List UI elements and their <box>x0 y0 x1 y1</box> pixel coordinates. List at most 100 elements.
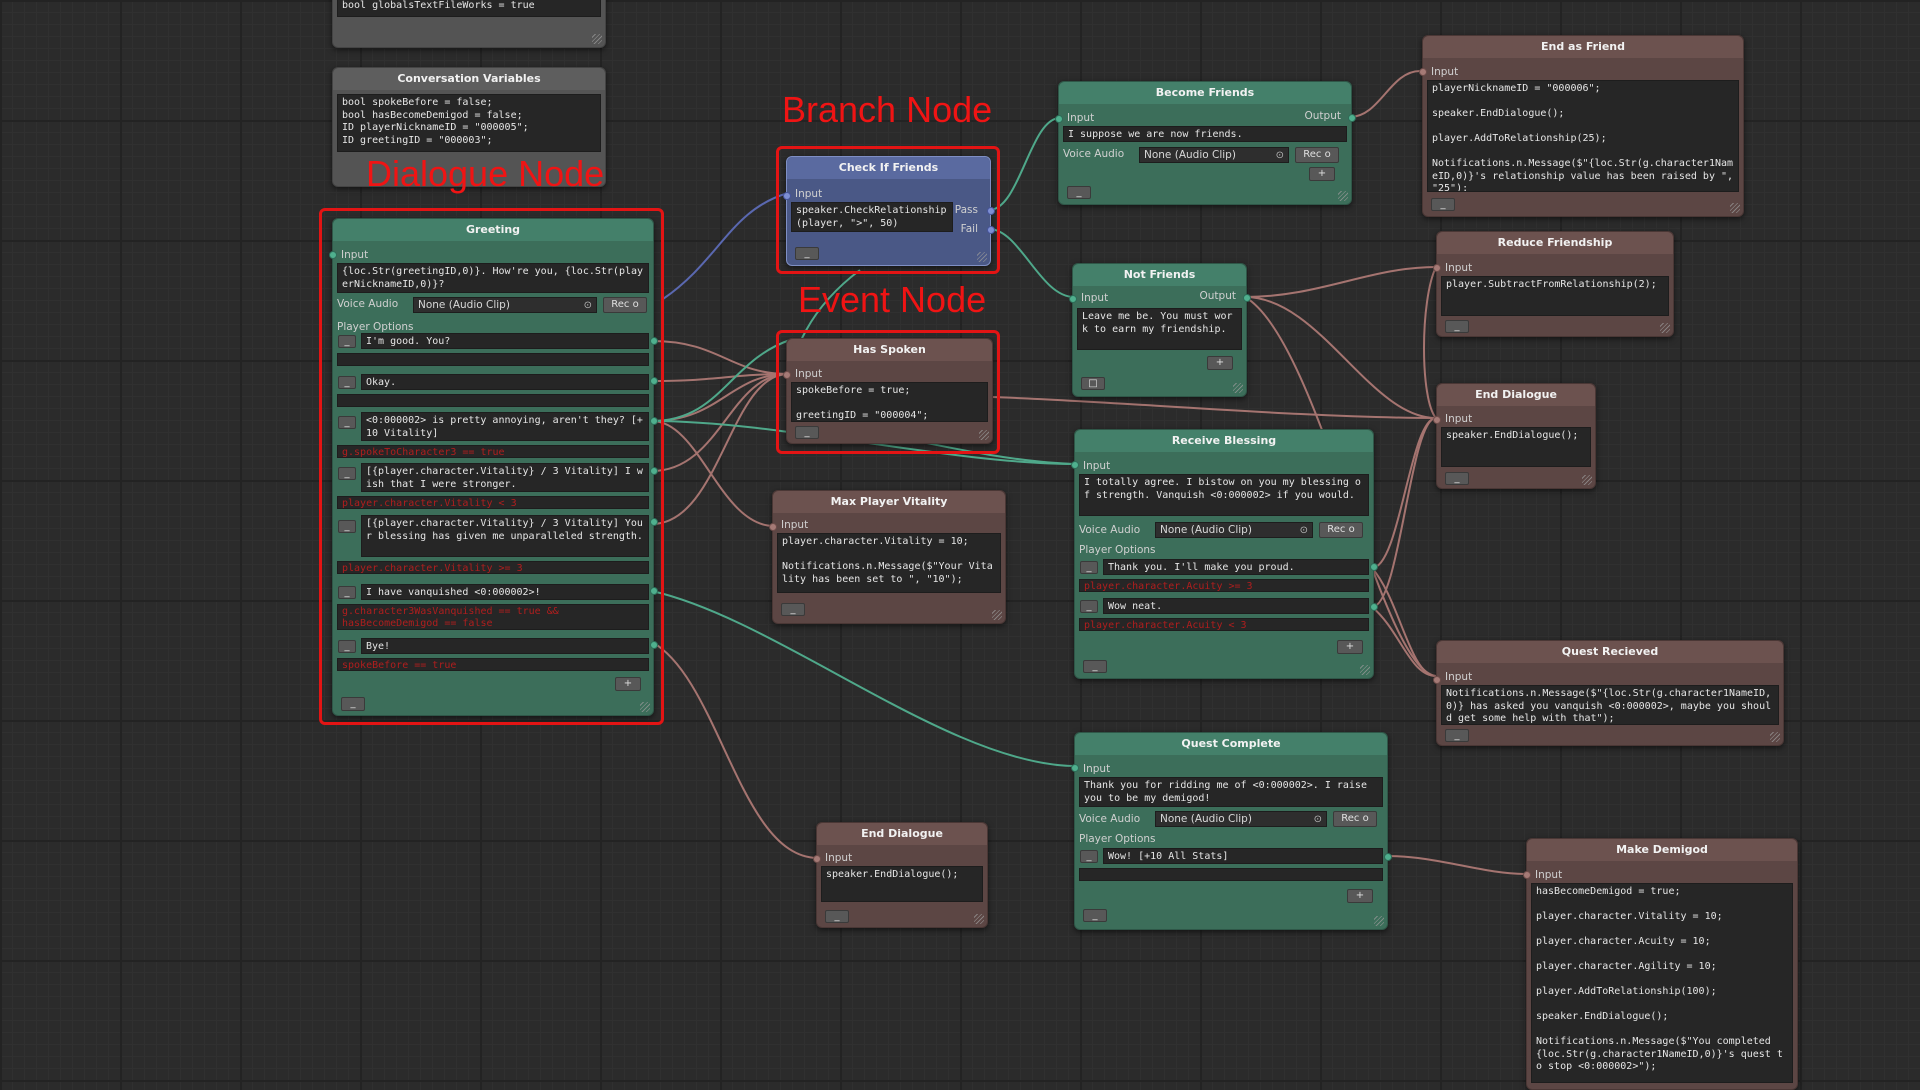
add-option-button[interactable]: + <box>1309 167 1335 181</box>
event-code[interactable]: speaker.EndDialogue(); <box>821 866 983 902</box>
resize-handle[interactable] <box>974 914 984 924</box>
resize-handle[interactable] <box>1360 665 1370 675</box>
node-title: Reduce Friendship <box>1437 232 1673 254</box>
input-port[interactable] <box>769 523 777 531</box>
input-label: Input <box>1081 292 1109 304</box>
dialogue-text[interactable]: I suppose we are now friends. <box>1063 126 1347 142</box>
option-port[interactable] <box>1370 603 1378 611</box>
option-text[interactable]: Thank you. I'll make you proud. <box>1103 559 1369 575</box>
resize-handle[interactable] <box>992 610 1002 620</box>
resize-handle[interactable] <box>1374 916 1384 926</box>
make-demigod-node[interactable]: Make Demigod Input hasBecomeDemigod = tr… <box>1523 838 1798 1090</box>
audio-clip-field[interactable]: None (Audio Clip) ⊙ <box>1155 811 1327 827</box>
globals-node[interactable]: bool globalsTextFileWorks = true <box>332 0 606 48</box>
object-picker-icon[interactable]: ⊙ <box>1300 524 1308 538</box>
collapse-button[interactable]: _ <box>1083 909 1107 922</box>
output-label: Output <box>1304 110 1341 122</box>
event-code[interactable]: Notifications.n.Message($"{loc.Str(g.cha… <box>1441 685 1779 725</box>
globals-code[interactable]: bool globalsTextFileWorks = true <box>337 0 601 17</box>
become-friends-node[interactable]: Become Friends Input Output I suppose we… <box>1055 81 1356 205</box>
variables-code[interactable]: bool spokeBefore = false; bool hasBecome… <box>337 94 601 152</box>
max-player-vitality-node[interactable]: Max Player Vitality Input player.charact… <box>769 490 1006 624</box>
collapse-button[interactable]: _ <box>1445 472 1469 485</box>
collapse-button[interactable]: _ <box>1431 198 1455 211</box>
object-picker-icon[interactable]: ⊙ <box>1314 813 1322 827</box>
resize-handle[interactable] <box>1582 475 1592 485</box>
object-picker-icon[interactable]: ⊙ <box>1276 149 1284 163</box>
input-port[interactable] <box>1071 461 1079 469</box>
collapse-button[interactable]: _ <box>1445 320 1469 333</box>
collapse-button[interactable]: _ <box>1067 186 1091 199</box>
voice-audio-label: Voice Audio <box>1079 813 1141 825</box>
resize-handle[interactable] <box>592 34 602 44</box>
audio-clip-field[interactable]: None (Audio Clip) ⊙ <box>1139 147 1289 163</box>
remove-option-button[interactable]: _ <box>1080 561 1098 574</box>
record-button[interactable]: Rec o <box>1295 147 1339 163</box>
option-port[interactable] <box>1384 853 1392 861</box>
end-dialogue-node[interactable]: End Dialogue Input speaker.EndDialogue()… <box>813 822 988 928</box>
collapse-button[interactable]: □ <box>1081 377 1105 390</box>
resize-handle[interactable] <box>1770 732 1780 742</box>
record-button[interactable]: Rec o <box>1319 522 1363 538</box>
event-code[interactable]: speaker.EndDialogue(); <box>1441 427 1591 467</box>
input-port[interactable] <box>1055 115 1063 123</box>
input-label: Input <box>1431 66 1459 78</box>
node-title: Quest Recieved <box>1437 641 1783 663</box>
input-port[interactable] <box>1069 295 1077 303</box>
player-options-label: Player Options <box>1079 544 1156 556</box>
resize-handle[interactable] <box>1233 383 1243 393</box>
input-label: Input <box>1083 763 1111 775</box>
node-title: Conversation Variables <box>333 68 605 90</box>
audio-clip-field[interactable]: None (Audio Clip) ⊙ <box>1155 522 1313 538</box>
resize-handle[interactable] <box>1338 191 1348 201</box>
add-option-button[interactable]: + <box>1207 356 1233 370</box>
input-port[interactable] <box>1433 416 1441 424</box>
option-port[interactable] <box>1370 563 1378 571</box>
dialogue-text[interactable]: Leave me be. You must work to earn my fr… <box>1077 308 1242 350</box>
event-code[interactable]: player.SubtractFromRelationship(2); <box>1441 276 1669 316</box>
node-title: Become Friends <box>1059 82 1351 104</box>
player-options-label: Player Options <box>1079 833 1156 845</box>
input-port[interactable] <box>1433 676 1441 684</box>
record-button[interactable]: Rec o <box>1333 811 1377 827</box>
reduce-friendship-node[interactable]: Reduce Friendship Input player.SubtractF… <box>1433 231 1674 337</box>
dialogue-text[interactable]: Thank you for ridding me of <0:000002>. … <box>1079 777 1383 807</box>
collapse-button[interactable]: _ <box>1445 729 1469 742</box>
collapse-button[interactable]: _ <box>781 603 805 616</box>
option-condition[interactable] <box>1079 868 1383 881</box>
input-label: Input <box>1535 869 1563 881</box>
remove-option-button[interactable]: _ <box>1080 600 1098 613</box>
not-friends-node[interactable]: Not Friends Input Output Leave me be. Yo… <box>1069 263 1251 397</box>
option-text[interactable]: Wow neat. <box>1103 598 1369 614</box>
input-label: Input <box>1445 671 1473 683</box>
collapse-button[interactable]: _ <box>1083 660 1107 673</box>
input-port[interactable] <box>813 855 821 863</box>
resize-handle[interactable] <box>1730 203 1740 213</box>
option-text[interactable]: Wow! [+10 All Stats] <box>1103 848 1383 864</box>
add-option-button[interactable]: + <box>1337 640 1363 654</box>
remove-option-button[interactable]: _ <box>1080 850 1098 863</box>
output-port[interactable] <box>1348 114 1356 122</box>
input-port[interactable] <box>1523 871 1531 879</box>
event-code[interactable]: playerNicknameID = "000006"; speaker.End… <box>1427 80 1739 192</box>
end-as-friend-node[interactable]: End as Friend Input playerNicknameID = "… <box>1419 35 1744 217</box>
event-code[interactable]: player.character.Vitality = 10; Notifica… <box>777 533 1001 593</box>
end-dialogue-node[interactable]: End Dialogue Input speaker.EndDialogue()… <box>1433 383 1596 489</box>
collapse-button[interactable]: _ <box>825 910 849 923</box>
output-port[interactable] <box>1243 294 1251 302</box>
quest-complete-node[interactable]: Quest Complete Input Thank you for riddi… <box>1071 732 1392 930</box>
receive-blessing-node[interactable]: Receive Blessing Input I totally agree. … <box>1071 429 1378 679</box>
event-code[interactable]: hasBecomeDemigod = true; player.characte… <box>1531 883 1793 1083</box>
input-label: Input <box>1083 460 1111 472</box>
dialogue-node-annotation: Dialogue Node <box>366 153 605 194</box>
option-condition[interactable]: player.character.Acuity >= 3 <box>1079 579 1369 592</box>
dialogue-text[interactable]: I totally agree. I bistow on you my bles… <box>1079 474 1369 516</box>
resize-handle[interactable] <box>1660 323 1670 333</box>
quest-recieved-node[interactable]: Quest Recieved Input Notifications.n.Mes… <box>1433 640 1784 746</box>
voice-audio-label: Voice Audio <box>1079 524 1141 536</box>
input-port[interactable] <box>1419 68 1427 76</box>
add-option-button[interactable]: + <box>1347 889 1373 903</box>
option-condition[interactable]: player.character.Acuity < 3 <box>1079 618 1369 631</box>
input-port[interactable] <box>1071 764 1079 772</box>
input-port[interactable] <box>1433 264 1441 272</box>
